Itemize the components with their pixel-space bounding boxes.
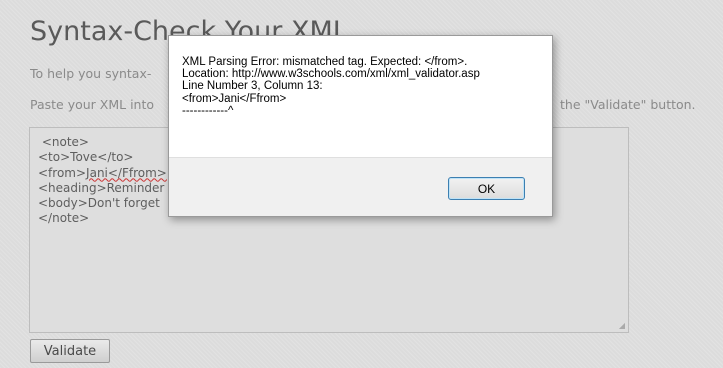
intro-text-line-2-start: Paste your XML into <box>30 97 155 112</box>
error-message-line: XML Parsing Error: mismatched tag. Expec… <box>182 56 468 68</box>
xml-line-fragment: <from> <box>38 165 87 180</box>
error-message-line: Line Number 3, Column 13: <box>182 80 323 93</box>
resize-grip-icon[interactable]: ◢ <box>619 322 625 330</box>
validate-button[interactable]: Validate <box>30 339 110 363</box>
intro-text-line-2-end: the "Validate" button. <box>560 97 696 112</box>
dialog-button-bar: OK <box>169 157 552 216</box>
spellcheck-underlined-text: Jani</Ffrom> <box>86 165 167 180</box>
error-message-line: <from>Jani</Ffrom> <box>182 92 287 105</box>
intro-text-line-1: To help you syntax- <box>30 66 152 81</box>
error-message-line: ------------^ <box>182 104 234 117</box>
xml-error-dialog: XML Parsing Error: mismatched tag. Expec… <box>168 35 553 217</box>
error-message: XML Parsing Error: mismatched tag. Expec… <box>182 56 480 117</box>
ok-button[interactable]: OK <box>448 177 525 200</box>
error-message-line: Location: http://www.w3schools.com/xml/x… <box>182 68 480 81</box>
dialog-message-area: XML Parsing Error: mismatched tag. Expec… <box>169 36 552 157</box>
